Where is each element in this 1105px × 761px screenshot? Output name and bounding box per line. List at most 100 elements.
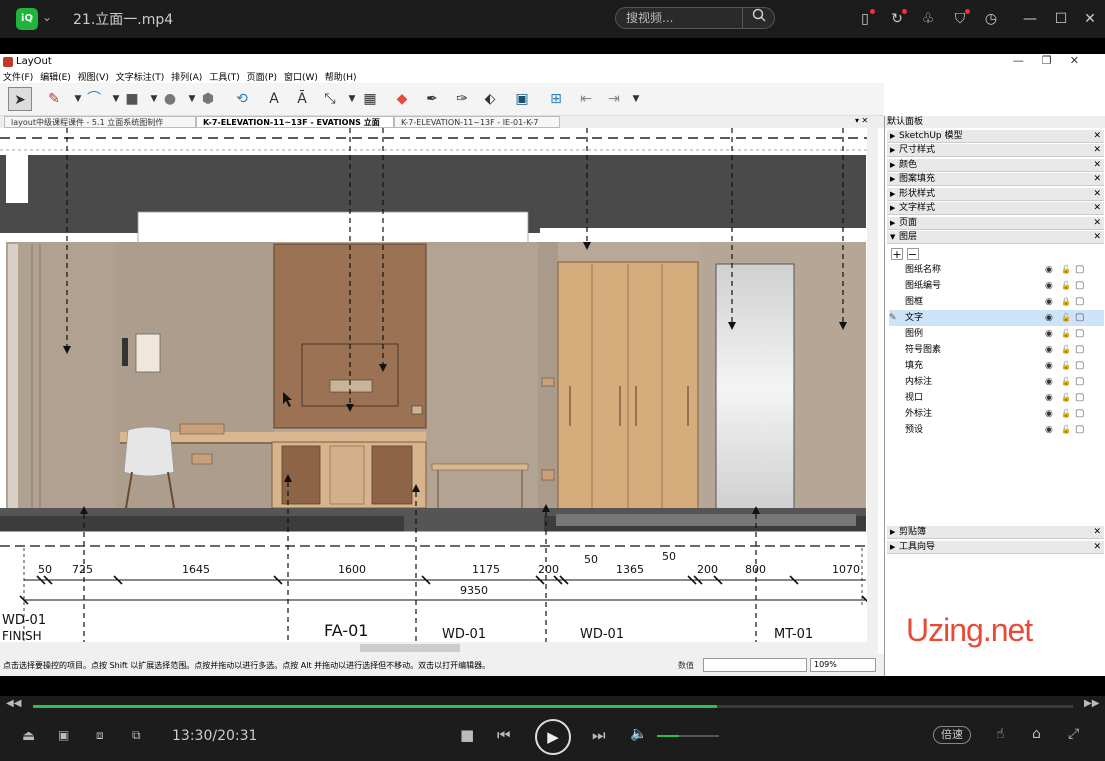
- player-logo-icon[interactable]: iQ: [16, 8, 38, 30]
- shared-layer-icon[interactable]: ▢: [1075, 342, 1084, 358]
- stop-icon[interactable]: ■: [460, 726, 474, 744]
- dimension-tool-icon[interactable]: ⤡: [318, 87, 342, 111]
- subtitle-icon[interactable]: ▣: [58, 728, 69, 742]
- shared-layer-icon[interactable]: ▢: [1075, 326, 1084, 342]
- polygon-tool-icon[interactable]: ⬢: [196, 87, 220, 111]
- eraser-tool-icon[interactable]: ◆: [390, 87, 414, 111]
- visibility-icon[interactable]: ◉: [1045, 406, 1053, 422]
- next-page-icon[interactable]: ⇥: [602, 87, 626, 111]
- add-layer-icon[interactable]: +: [891, 248, 903, 260]
- menu-arrange[interactable]: 排列(A): [171, 73, 202, 83]
- section-scrapbooks[interactable]: ▶ 剪贴簿 ✕: [887, 526, 1104, 539]
- refresh-icon[interactable]: ↻: [887, 9, 907, 29]
- minimize-icon[interactable]: —: [1020, 9, 1040, 29]
- menu-help[interactable]: 帮助(H): [325, 73, 357, 83]
- shared-layer-icon[interactable]: ▢: [1075, 406, 1084, 422]
- rectangle-tool-icon[interactable]: ■: [120, 87, 144, 111]
- label-tool-icon[interactable]: Ā: [290, 87, 314, 111]
- lock-icon[interactable]: 🔓: [1061, 374, 1071, 390]
- shared-layer-icon[interactable]: ▢: [1075, 310, 1084, 326]
- menu-edit[interactable]: 编辑(E): [40, 73, 71, 83]
- section-shape-style[interactable]: ▶ 形状样式 ✕: [887, 188, 1104, 201]
- visibility-icon[interactable]: ◉: [1045, 358, 1053, 374]
- lock-icon[interactable]: 🔓: [1061, 390, 1071, 406]
- tab-ie01[interactable]: K-7-ELEVATION-11~13F - IE-01-K-7: [394, 116, 560, 128]
- layer-row[interactable]: 外标注 ◉ 🔓 ▢: [889, 406, 1104, 422]
- section-pattern-fill[interactable]: ▶ 图案填充 ✕: [887, 173, 1104, 186]
- progress-bar[interactable]: [33, 705, 1073, 708]
- layer-row[interactable]: 内标注 ◉ 🔓 ▢: [889, 374, 1104, 390]
- fast-forward-icon[interactable]: ▶▶: [1084, 698, 1099, 709]
- lock-icon[interactable]: 🔓: [1061, 422, 1071, 438]
- line-tool-icon[interactable]: ✎: [42, 87, 66, 111]
- visibility-icon[interactable]: ◉: [1045, 390, 1053, 406]
- lock-icon[interactable]: 🔓: [1061, 310, 1071, 326]
- menu-pages[interactable]: 页面(P): [247, 73, 277, 83]
- join-tool-icon[interactable]: ⬖: [478, 87, 502, 111]
- menu-tools[interactable]: 工具(T): [209, 73, 240, 83]
- shared-layer-icon[interactable]: ▢: [1075, 422, 1084, 438]
- drawing-canvas[interactable]: 50 725 1645 1600 1175 200 50 1365 50 200…: [0, 128, 878, 642]
- visibility-icon[interactable]: ◉: [1045, 374, 1053, 390]
- tab-elevations[interactable]: K-7-ELEVATION-11~13F - EVATIONS 立面图: [196, 116, 394, 138]
- toolbox-icon[interactable]: ⌂: [1032, 726, 1041, 742]
- layer-row[interactable]: 图纸名称 ◉ 🔓 ▢: [889, 262, 1104, 278]
- shared-layer-icon[interactable]: ▢: [1075, 262, 1084, 278]
- volume-icon[interactable]: 🔈: [630, 726, 647, 742]
- section-dimension-style[interactable]: ▶ 尺寸样式 ✕: [887, 144, 1104, 157]
- eject-icon[interactable]: ⏏: [22, 728, 35, 744]
- section-sketchup-model[interactable]: ▶ SketchUp 模型 ✕: [887, 130, 1104, 143]
- select-tool-icon[interactable]: ➤: [8, 87, 32, 111]
- visibility-icon[interactable]: ◉: [1045, 422, 1053, 438]
- section-colors[interactable]: ▶ 颜色 ✕: [887, 159, 1104, 172]
- visibility-icon[interactable]: ◉: [1045, 326, 1053, 342]
- menu-text[interactable]: 文字标注(T): [116, 73, 165, 83]
- style-tool-icon[interactable]: ✒: [420, 87, 444, 111]
- shared-layer-icon[interactable]: ▢: [1075, 390, 1084, 406]
- close-icon[interactable]: ✕: [1080, 9, 1100, 29]
- layer-row[interactable]: 预设 ◉ 🔓 ▢: [889, 422, 1104, 438]
- previous-page-icon[interactable]: ⇤: [574, 87, 598, 111]
- search-input[interactable]: [626, 9, 744, 27]
- fullscreen-icon[interactable]: ⤢: [1068, 726, 1079, 742]
- add-page-icon[interactable]: ⊞: [544, 87, 568, 111]
- chevron-down-icon[interactable]: ⌄: [42, 10, 52, 24]
- circle-tool-icon[interactable]: ●: [158, 87, 182, 111]
- layer-row[interactable]: 图框 ◉ 🔒 ▢: [889, 294, 1104, 310]
- maximize-icon[interactable]: ☐: [1051, 9, 1071, 29]
- menu-file[interactable]: 文件(F): [3, 73, 33, 83]
- split-tool-icon[interactable]: ✑: [450, 87, 474, 111]
- shared-layer-icon[interactable]: ▢: [1075, 358, 1084, 374]
- lock-icon[interactable]: 🔓: [1061, 358, 1071, 374]
- layer-row[interactable]: ✎ 文字 ◉ 🔓 ▢: [889, 310, 1104, 326]
- lock-icon[interactable]: 🔓: [1061, 406, 1071, 422]
- screenshot-icon[interactable]: ⧈: [96, 728, 104, 743]
- shared-layer-icon[interactable]: ▢: [1075, 294, 1084, 310]
- scroll-thumb[interactable]: [360, 644, 460, 652]
- skin-icon[interactable]: ⛉: [950, 9, 970, 29]
- measurement-input[interactable]: [703, 658, 807, 672]
- lock-icon[interactable]: 🔓: [1061, 278, 1071, 294]
- next-icon[interactable]: ⏭: [592, 726, 606, 744]
- lock-icon[interactable]: 🔒: [1061, 294, 1071, 310]
- search-box[interactable]: [615, 7, 775, 29]
- lock-icon[interactable]: 🔓: [1061, 262, 1071, 278]
- tabs-menu-icon[interactable]: ▾ ✕: [855, 116, 868, 125]
- menu-view[interactable]: 视图(V): [78, 73, 109, 83]
- layer-row[interactable]: 视口 ◉ 🔓 ▢: [889, 390, 1104, 406]
- share-icon[interactable]: ♧: [918, 9, 938, 29]
- rewind-icon[interactable]: ◀◀: [6, 698, 21, 709]
- shared-layer-icon[interactable]: ▢: [1075, 278, 1084, 294]
- visibility-icon[interactable]: ◉: [1045, 294, 1053, 310]
- history-icon[interactable]: ◷: [981, 9, 1001, 29]
- notes-icon[interactable]: ▯: [855, 9, 875, 29]
- speed-button[interactable]: 倍速: [933, 726, 971, 744]
- layer-row[interactable]: 符号图素 ◉ 🔓 ▢: [889, 342, 1104, 358]
- lock-icon[interactable]: 🔓: [1061, 326, 1071, 342]
- section-text-style[interactable]: ▶ 文字样式 ✕: [887, 202, 1104, 215]
- video-frame[interactable]: LayOut —❐✕ 文件(F) 编辑(E) 视图(V) 文字标注(T) 排列(…: [0, 54, 1105, 676]
- play-icon[interactable]: ▶: [535, 719, 571, 755]
- menu-window[interactable]: 窗口(W): [284, 73, 318, 83]
- clip-icon[interactable]: ⧉: [132, 728, 141, 743]
- horizontal-scrollbar[interactable]: [0, 642, 878, 654]
